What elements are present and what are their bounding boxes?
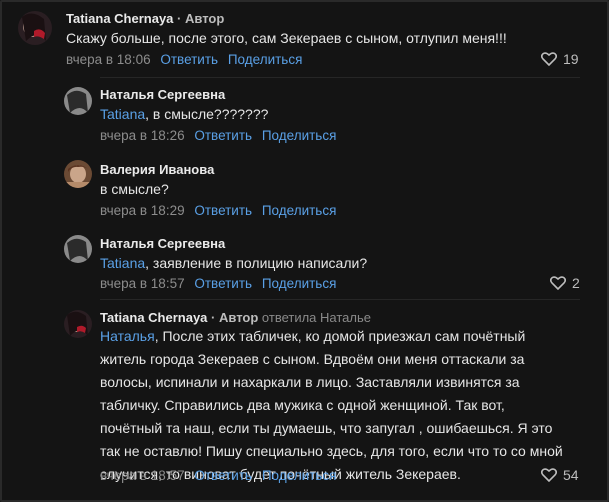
like-count: 2 [572, 275, 580, 291]
reply-button[interactable]: Ответить [194, 128, 252, 143]
comment-text: Скажу больше, после этого, сам Зекераев … [66, 30, 507, 46]
comment-time[interactable]: вчера в 18:26 [100, 128, 185, 143]
like-button[interactable]: 2 [550, 275, 580, 291]
comment-author[interactable]: Tatiana Chernaya · Автор [66, 11, 224, 26]
comment-meta: вчера в 18:57 Ответить Поделиться [100, 276, 336, 291]
share-button[interactable]: Поделиться [228, 52, 303, 67]
like-button[interactable]: 19 [541, 51, 579, 67]
like-count: 19 [563, 51, 579, 67]
like-count: 54 [563, 467, 579, 483]
divider [100, 299, 580, 300]
comment-text: Tatiana, заявление в полицию написали? [100, 255, 368, 271]
heart-icon [541, 52, 557, 66]
share-button[interactable]: Поделиться [262, 128, 337, 143]
divider [100, 77, 580, 78]
comment-meta: вчера в 18:06 Ответить Поделиться [66, 52, 302, 67]
author-badge: · Автор [177, 11, 225, 26]
comment-meta: вчера в 18:26 Ответить Поделиться [100, 128, 336, 143]
reply-to-label[interactable]: ответила Наталье [262, 310, 371, 325]
avatar[interactable] [64, 87, 92, 115]
reply-button[interactable]: Ответить [194, 468, 252, 483]
heart-icon [541, 468, 557, 482]
reply-button[interactable]: Ответить [194, 203, 252, 218]
avatar[interactable] [64, 235, 92, 263]
avatar[interactable] [64, 160, 92, 188]
comment-meta: вчера в 18:57 Ответить Поделиться [100, 468, 336, 483]
like-button[interactable]: 54 [541, 467, 579, 483]
mention-link[interactable]: Tatiana [100, 106, 145, 122]
comment-author[interactable]: Tatiana Chernaya · Автор ответила Наталь… [100, 310, 371, 325]
comment-author[interactable]: Наталья Сергеевна [100, 236, 225, 251]
comment-time[interactable]: вчера в 18:57 [100, 468, 185, 483]
comment-text: Наталья, После этих табличек, ко домой п… [100, 328, 563, 482]
mention-link[interactable]: Tatiana [100, 255, 145, 271]
comment-meta: вчера в 18:29 Ответить Поделиться [100, 203, 336, 218]
share-button[interactable]: Поделиться [262, 468, 337, 483]
author-badge: · Автор [211, 310, 259, 325]
reply-button[interactable]: Ответить [194, 276, 252, 291]
comment-author[interactable]: Наталья Сергеевна [100, 87, 225, 102]
share-button[interactable]: Поделиться [262, 276, 337, 291]
comment-text: Tatiana, в смысле??????? [100, 106, 269, 122]
avatar[interactable] [18, 11, 52, 45]
comment-text: в смысле? [100, 181, 169, 197]
heart-icon [550, 276, 566, 290]
comment-time[interactable]: вчера в 18:57 [100, 276, 185, 291]
share-button[interactable]: Поделиться [262, 203, 337, 218]
comment-time[interactable]: вчера в 18:06 [66, 52, 151, 67]
comment-time[interactable]: вчера в 18:29 [100, 203, 185, 218]
reply-button[interactable]: Ответить [160, 52, 218, 67]
mention-link[interactable]: Наталья [100, 328, 155, 344]
comment-author[interactable]: Валерия Иванова [100, 162, 214, 177]
avatar[interactable] [64, 310, 92, 338]
